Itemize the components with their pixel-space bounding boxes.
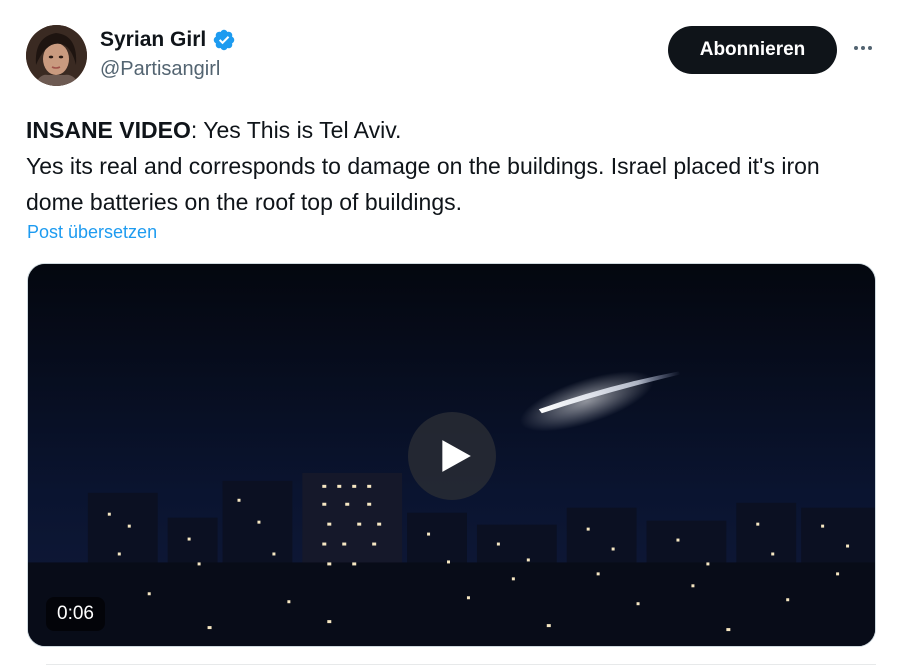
post-text-line2: Yes its real and corresponds to damage o… <box>26 153 820 215</box>
post-text-line1: : Yes This is Tel Aviv. <box>190 117 402 143</box>
more-options-button[interactable] <box>848 38 878 58</box>
post-text-bold: INSANE VIDEO <box>26 117 191 143</box>
verified-badge-icon <box>213 29 235 51</box>
play-button[interactable] <box>408 412 496 500</box>
profile-photo <box>26 25 87 86</box>
author-handle[interactable]: @Partisangirl <box>100 58 220 81</box>
video-duration: 0:06 <box>46 597 105 631</box>
divider <box>46 664 876 665</box>
translate-link[interactable]: Post übersetzen <box>27 222 157 243</box>
post-text: INSANE VIDEO: Yes This is Tel Aviv. Yes … <box>26 112 866 220</box>
ellipsis-icon <box>854 46 858 50</box>
follow-button[interactable]: Abonnieren <box>668 26 837 74</box>
play-icon <box>442 440 471 472</box>
avatar[interactable] <box>26 25 87 86</box>
author-name[interactable]: Syrian Girl <box>100 28 206 52</box>
video-player[interactable]: 0:06 <box>27 263 876 647</box>
